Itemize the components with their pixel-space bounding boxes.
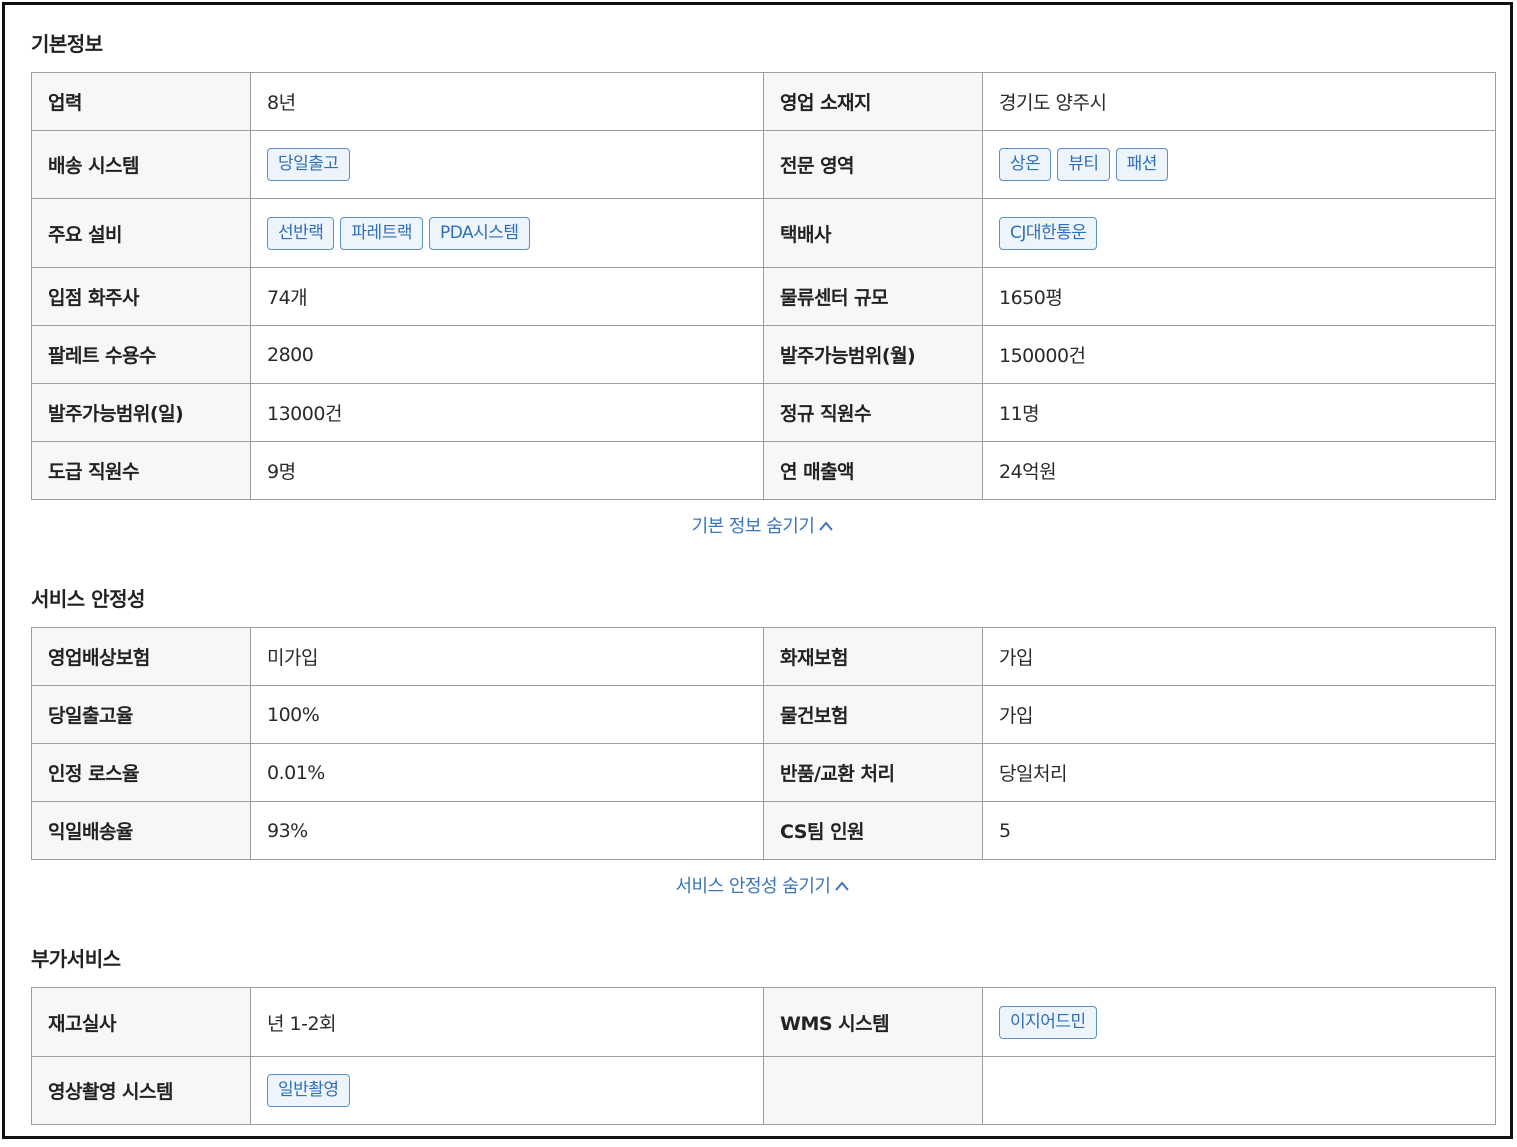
tag-beauty: 뷰티 xyxy=(1057,148,1110,181)
equipment-tags: 선반랙 파레트랙 PDA시스템 xyxy=(250,198,764,268)
tag-video: 일반촬영 xyxy=(267,1074,350,1107)
tag-shelf-rack: 선반랙 xyxy=(267,216,335,250)
video-system-label: 영상촬영 시스템 xyxy=(31,1056,251,1125)
table-row: 업력 8년 영업 소재지 경기도 양주시 xyxy=(31,72,1496,131)
table-row: 입점 화주사 74개 물류센터 규모 1650평 xyxy=(31,267,1496,326)
hide-service-stability-toggle[interactable]: 서비스 안정성 숨기기 xyxy=(31,875,1495,899)
section-title-service-stability: 서비스 안정성 xyxy=(31,587,145,611)
center-size-value: 1650평 xyxy=(982,267,1496,326)
cargo-insurance-value: 가입 xyxy=(982,685,1496,744)
courier-label: 택배사 xyxy=(763,198,983,268)
daily-range-value: 13000건 xyxy=(250,383,764,442)
next-day-rate-value: 93% xyxy=(250,801,764,860)
table-row: 재고실사 년 1-2회 WMS 시스템 이지어드민 xyxy=(31,987,1496,1057)
career-label: 업력 xyxy=(31,72,251,131)
shippers-value: 74개 xyxy=(250,267,764,326)
location-value: 경기도 양주시 xyxy=(982,72,1496,131)
tag-courier: CJ대한통운 xyxy=(999,216,1098,250)
specialty-tags: 상온 뷰티 패션 xyxy=(982,130,1496,199)
service-stability-table: 영업배상보험 미가입 화재보험 가입 당일출고율 100% 물건보험 가입 인정… xyxy=(31,627,1496,860)
tag-wms: 이지어드민 xyxy=(999,1005,1097,1039)
chevron-up-icon xyxy=(818,515,834,539)
basic-info-table: 업력 8년 영업 소재지 경기도 양주시 배송 시스템 당일출고 전문 영역 상… xyxy=(31,72,1496,500)
loss-rate-label: 인정 로스율 xyxy=(31,743,251,802)
monthly-range-value: 150000건 xyxy=(982,325,1496,384)
fire-insurance-value: 가입 xyxy=(982,627,1496,686)
career-value: 8년 xyxy=(250,72,764,131)
shippers-label: 입점 화주사 xyxy=(31,267,251,326)
specialty-label: 전문 영역 xyxy=(763,130,983,199)
chevron-up-icon xyxy=(834,875,850,899)
tag-pallet-rack: 파레트랙 xyxy=(340,216,423,250)
loss-rate-value: 0.01% xyxy=(250,743,764,802)
pallet-label: 팔레트 수용수 xyxy=(31,325,251,384)
hide-basic-info-toggle[interactable]: 기본 정보 숨기기 xyxy=(31,515,1495,539)
contract-staff-value: 9명 xyxy=(250,441,764,500)
table-row: 익일배송율 93% CS팀 인원 5 xyxy=(31,801,1496,860)
empty-label-cell xyxy=(763,1056,983,1125)
returns-label: 반품/교환 처리 xyxy=(763,743,983,802)
tag-pda-system: PDA시스템 xyxy=(428,216,530,250)
pallet-value: 2800 xyxy=(250,325,764,384)
same-day-rate-value: 100% xyxy=(250,685,764,744)
cs-team-label: CS팀 인원 xyxy=(763,801,983,860)
liability-insurance-value: 미가입 xyxy=(250,627,764,686)
table-row: 도급 직원수 9명 연 매출액 24억원 xyxy=(31,441,1496,500)
tag-same-day-shipping: 당일출고 xyxy=(267,148,350,181)
section-title-basic-info: 기본정보 xyxy=(31,32,103,56)
cargo-insurance-label: 물건보험 xyxy=(763,685,983,744)
video-system-tags: 일반촬영 xyxy=(250,1056,764,1125)
next-day-rate-label: 익일배송율 xyxy=(31,801,251,860)
inventory-check-value: 년 1-2회 xyxy=(250,987,764,1057)
revenue-label: 연 매출액 xyxy=(763,441,983,500)
empty-value-cell xyxy=(982,1056,1496,1125)
same-day-rate-label: 당일출고율 xyxy=(31,685,251,744)
tag-fashion: 패션 xyxy=(1115,148,1168,181)
table-row: 당일출고율 100% 물건보험 가입 xyxy=(31,685,1496,744)
inventory-check-label: 재고실사 xyxy=(31,987,251,1057)
table-row: 배송 시스템 당일출고 전문 영역 상온 뷰티 패션 xyxy=(31,130,1496,199)
table-row: 발주가능범위(일) 13000건 정규 직원수 11명 xyxy=(31,383,1496,442)
table-row: 영상촬영 시스템 일반촬영 xyxy=(31,1056,1496,1125)
equipment-label: 주요 설비 xyxy=(31,198,251,268)
courier-tags: CJ대한통운 xyxy=(982,198,1496,268)
table-row: 주요 설비 선반랙 파레트랙 PDA시스템 택배사 CJ대한통운 xyxy=(31,198,1496,268)
fire-insurance-label: 화재보험 xyxy=(763,627,983,686)
returns-value: 당일처리 xyxy=(982,743,1496,802)
table-row: 팔레트 수용수 2800 발주가능범위(월) 150000건 xyxy=(31,325,1496,384)
location-label: 영업 소재지 xyxy=(763,72,983,131)
liability-insurance-label: 영업배상보험 xyxy=(31,627,251,686)
daily-range-label: 발주가능범위(일) xyxy=(31,383,251,442)
table-row: 영업배상보험 미가입 화재보험 가입 xyxy=(31,627,1496,686)
hide-service-stability-label: 서비스 안정성 숨기기 xyxy=(675,876,831,897)
revenue-value: 24억원 xyxy=(982,441,1496,500)
hide-basic-info-label: 기본 정보 숨기기 xyxy=(691,516,815,537)
delivery-system-tags: 당일출고 xyxy=(250,130,764,199)
cs-team-value: 5 xyxy=(982,801,1496,860)
section-title-additional-services: 부가서비스 xyxy=(31,947,121,971)
monthly-range-label: 발주가능범위(월) xyxy=(763,325,983,384)
detail-panel: 기본정보 업력 8년 영업 소재지 경기도 양주시 배송 시스템 당일출고 전문… xyxy=(2,2,1513,1139)
delivery-system-label: 배송 시스템 xyxy=(31,130,251,199)
additional-services-table: 재고실사 년 1-2회 WMS 시스템 이지어드민 영상촬영 시스템 일반촬영 xyxy=(31,987,1496,1125)
fulltime-staff-label: 정규 직원수 xyxy=(763,383,983,442)
wms-tags: 이지어드민 xyxy=(982,987,1496,1057)
tag-room-temp: 상온 xyxy=(999,148,1052,181)
table-row: 인정 로스율 0.01% 반품/교환 처리 당일처리 xyxy=(31,743,1496,802)
fulltime-staff-value: 11명 xyxy=(982,383,1496,442)
wms-label: WMS 시스템 xyxy=(763,987,983,1057)
center-size-label: 물류센터 규모 xyxy=(763,267,983,326)
contract-staff-label: 도급 직원수 xyxy=(31,441,251,500)
